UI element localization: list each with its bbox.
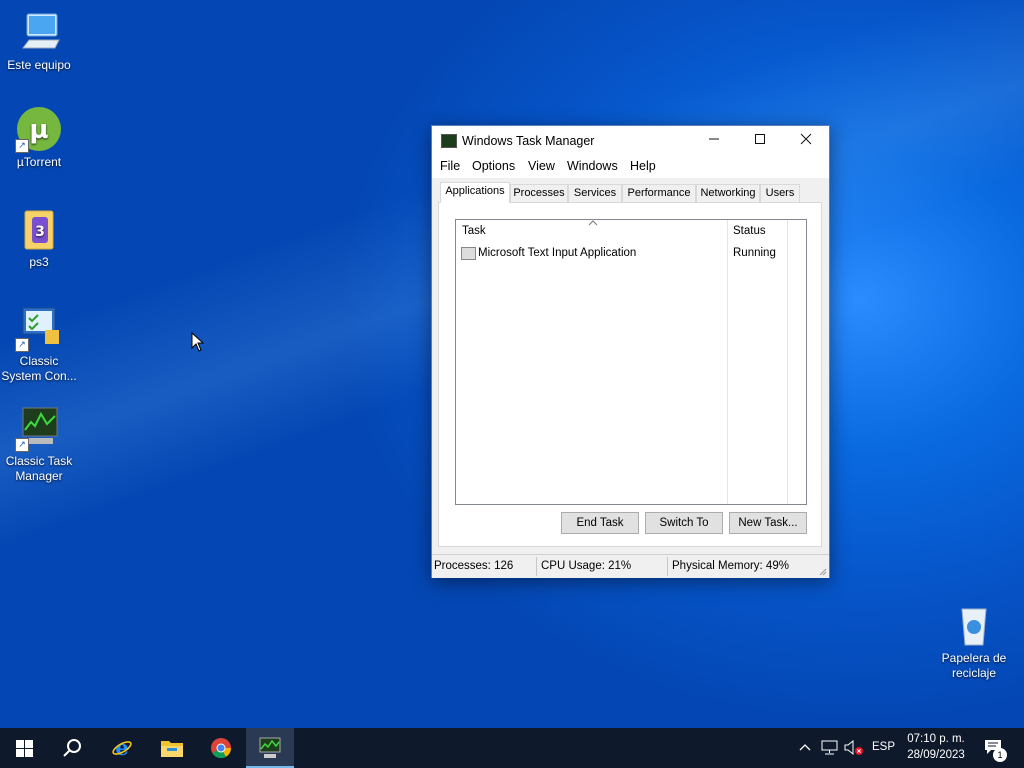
tab-performance[interactable]: Performance	[622, 184, 696, 202]
desktop-icon-ps3[interactable]: 3 ps3	[0, 205, 78, 270]
task-manager-window[interactable]: Windows Task Manager File Options View W…	[431, 125, 830, 578]
minimize-button[interactable]	[691, 126, 737, 156]
desktop-icon-label: Classic System Con...	[1, 354, 77, 383]
computer-icon	[15, 8, 63, 56]
clock-time: 07:10 p. m.	[907, 733, 965, 745]
menu-file[interactable]: File	[440, 159, 460, 173]
control-panel-icon: ↗	[15, 304, 63, 352]
end-task-button[interactable]: End Task	[561, 512, 639, 534]
volume-muted-icon	[844, 740, 863, 756]
maximize-icon	[755, 134, 765, 144]
task-manager-icon	[441, 134, 457, 148]
desktop-icon-label: ps3	[29, 255, 49, 269]
task-name: Microsoft Text Input Application	[478, 247, 637, 259]
show-hidden-icons-button[interactable]	[796, 728, 814, 768]
start-icon	[16, 740, 33, 757]
desktop-icon-label: Papelera de reciclaje	[941, 651, 1007, 680]
tab-processes[interactable]: Processes	[510, 184, 568, 202]
column-header-task[interactable]: Task	[462, 225, 486, 237]
mouse-cursor-icon	[191, 332, 205, 352]
desktop-icon-label: Classic Task Manager	[5, 454, 73, 483]
search-icon	[63, 739, 81, 757]
internet-explorer-icon: e	[112, 737, 132, 759]
svg-text:3: 3	[35, 224, 45, 240]
menu-options[interactable]: Options	[472, 159, 515, 173]
applications-panel: Task Status Microsoft Text Input Applica…	[438, 202, 822, 547]
close-icon	[800, 133, 812, 145]
close-button[interactable]	[783, 126, 829, 156]
tab-applications[interactable]: Applications	[440, 182, 510, 203]
chrome-icon	[211, 738, 232, 759]
status-processes: Processes: 126	[434, 560, 514, 572]
menu-view[interactable]: View	[528, 159, 555, 173]
taskbar-file-explorer[interactable]	[148, 728, 196, 768]
desktop-icon-utorrent[interactable]: µ ↗ µTorrent	[0, 105, 78, 170]
taskbar: e ESP 07:10 p. m. 28/09/2023 1	[0, 728, 1024, 768]
action-center-button[interactable]: 1	[976, 728, 1016, 768]
shortcut-arrow-icon: ↗	[15, 139, 29, 153]
menu-windows[interactable]: Windows	[567, 159, 618, 173]
resize-grip-icon[interactable]	[819, 568, 827, 576]
taskbar-chrome[interactable]	[197, 728, 245, 768]
task-row[interactable]: Microsoft Text Input Application Running	[460, 246, 800, 262]
application-window-icon	[461, 247, 476, 260]
svg-text:e: e	[115, 737, 128, 759]
desktop-icon-label: Este equipo	[7, 58, 71, 72]
window-title: Windows Task Manager	[462, 134, 595, 148]
shortcut-arrow-icon: ↗	[15, 338, 29, 352]
status-cpu-usage: CPU Usage: 21%	[541, 560, 632, 572]
network-icon	[821, 740, 838, 755]
menu-bar: File Options View Windows Help	[432, 156, 829, 178]
status-divider	[667, 557, 668, 576]
language-label: ESP	[872, 741, 896, 753]
network-status[interactable]	[818, 728, 840, 768]
task-status: Running	[733, 247, 776, 259]
clock[interactable]: 07:10 p. m. 28/09/2023	[902, 728, 970, 768]
menu-help[interactable]: Help	[630, 159, 656, 173]
file-explorer-icon	[161, 741, 183, 757]
folder-icon: 3	[15, 205, 63, 253]
tab-services[interactable]: Services	[568, 184, 622, 202]
desktop-icon-classic-task-manager[interactable]: ↗ Classic Task Manager	[0, 404, 78, 484]
desktop-icon-label: µTorrent	[16, 155, 62, 169]
status-divider	[536, 557, 537, 576]
utorrent-icon: µ ↗	[15, 105, 63, 153]
recycle-bin-icon	[950, 601, 998, 649]
new-task-button[interactable]: New Task...	[729, 512, 807, 534]
taskbar-internet-explorer[interactable]: e	[98, 728, 146, 768]
svg-text:µ: µ	[29, 115, 48, 145]
notification-count-badge: 1	[993, 748, 1007, 762]
status-physical-memory: Physical Memory: 49%	[672, 560, 789, 572]
sort-ascending-icon	[588, 220, 598, 226]
task-list[interactable]: Task Status Microsoft Text Input Applica…	[455, 219, 807, 505]
desktop-icon-classic-system-control[interactable]: ↗ Classic System Con...	[0, 304, 78, 384]
task-manager-icon: ↗	[15, 404, 63, 452]
tab-users[interactable]: Users	[760, 184, 800, 202]
maximize-button[interactable]	[737, 126, 783, 156]
volume-control[interactable]	[842, 728, 864, 768]
column-divider	[727, 220, 728, 504]
clock-date: 28/09/2023	[907, 749, 965, 761]
input-language[interactable]: ESP	[870, 728, 896, 768]
desktop-icon-recycle-bin[interactable]: Papelera de reciclaje	[935, 601, 1013, 681]
taskbar-task-manager[interactable]	[246, 728, 294, 768]
switch-to-button[interactable]: Switch To	[645, 512, 723, 534]
desktop-icon-este-equipo[interactable]: Este equipo	[0, 8, 78, 73]
start-button[interactable]	[0, 728, 48, 768]
shortcut-arrow-icon: ↗	[15, 438, 29, 452]
column-divider	[787, 220, 788, 504]
tab-networking[interactable]: Networking	[696, 184, 760, 202]
title-bar[interactable]: Windows Task Manager	[432, 126, 829, 156]
minimize-icon	[709, 138, 719, 140]
search-button[interactable]	[48, 728, 96, 768]
column-header-status[interactable]: Status	[733, 225, 766, 237]
task-manager-icon	[259, 737, 281, 758]
status-bar: Processes: 126 CPU Usage: 21% Physical M…	[432, 554, 829, 578]
chevron-up-icon	[799, 744, 811, 751]
